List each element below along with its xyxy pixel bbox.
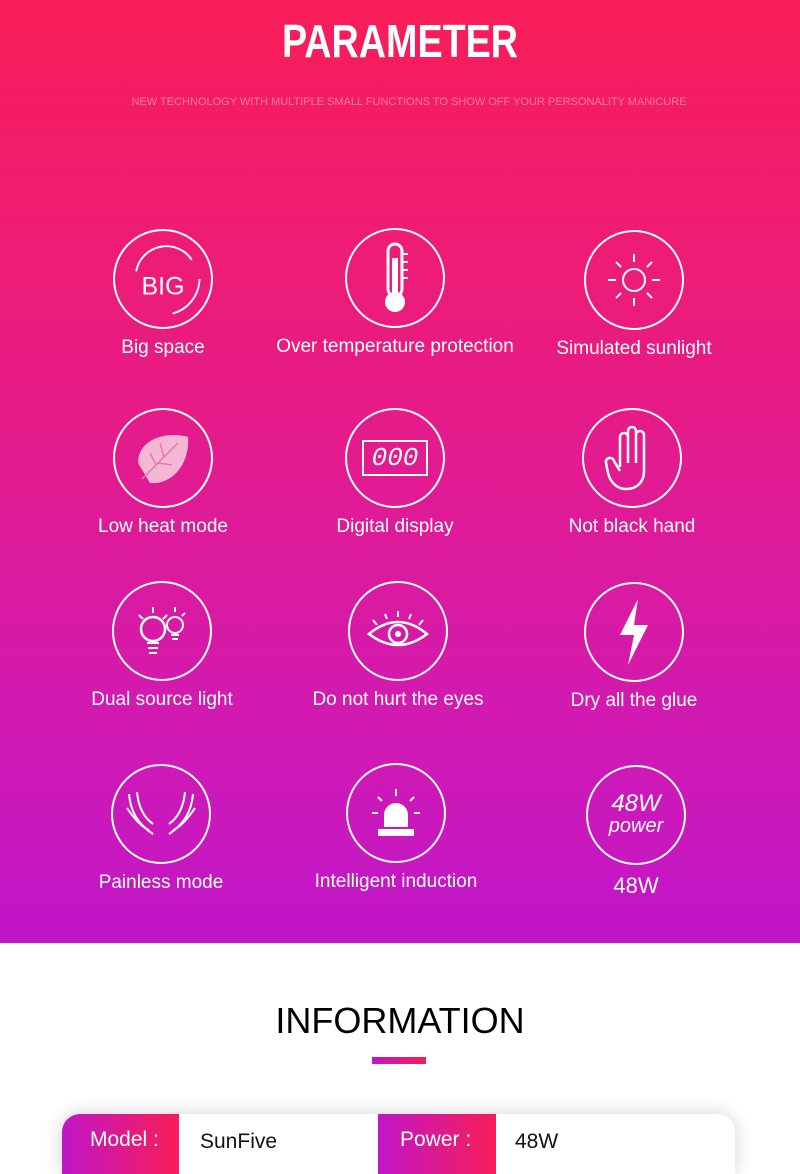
big-icon: BIG [113,229,213,329]
power-icon: 48W power [586,765,686,865]
feature-label: Big space [121,337,205,358]
feature-not-black-hand: Not black hand [502,408,762,538]
information-title: INFORMATION [275,1000,525,1041]
feature-label: Do not hurt the eyes [312,689,484,710]
feature-label: Intelligent induction [314,871,478,892]
feature-label: 48W [613,873,659,898]
feature-label: Digital display [336,516,454,537]
leaf-icon [113,408,213,508]
title-underline [372,1057,426,1064]
feature-48w: 48W power 48W [506,765,766,899]
info-table: Model : SunFive Power : 48W [62,1114,735,1174]
svg-text:BIG: BIG [142,272,185,300]
feature-label: Simulated sunlight [556,338,712,359]
eye-icon [348,581,448,681]
feature-label: Over temperature protection [276,336,514,357]
feature-painless: Painless mode [31,764,291,894]
feature-label: Dual source light [91,689,233,710]
feature-big-space: BIG Big space [33,229,293,359]
feature-dual-source-light: Dual source light [32,581,292,711]
feature-label: Painless mode [98,872,224,893]
alarm-light-icon [346,763,446,863]
feature-label: Not black hand [568,516,696,537]
feature-dry-glue: Dry all the glue [504,582,764,712]
page-title: PARAMETER [281,15,519,67]
parameter-section: PARAMETER NEW TECHNOLOGY WITH MULTIPLE S… [0,0,800,943]
lightning-icon [584,582,684,682]
feature-digital-display: 000 Digital display [265,408,525,538]
info-key: Model : [62,1114,179,1174]
feature-low-heat: Low heat mode [33,408,293,538]
hands-icon [111,764,211,864]
info-value: SunFive [200,1130,278,1153]
thermometer-icon [345,228,445,328]
feature-intelligent-induction: Intelligent induction [266,763,526,893]
feature-simulated-sunlight: Simulated sunlight [504,230,764,360]
feature-over-temperature: Over temperature protection [265,228,525,358]
subtitle: NEW TECHNOLOGY WITH MULTIPLE SMALL FUNCT… [131,96,687,108]
feature-label: Low heat mode [98,516,228,537]
bulbs-icon [112,581,212,681]
info-key: Power : [378,1114,496,1174]
info-value: 48W [515,1130,559,1153]
sun-icon [584,230,684,330]
feature-label: Dry all the glue [570,690,698,711]
hand-icon [582,408,682,508]
feature-eyes: Do not hurt the eyes [268,581,528,711]
digital-display-icon: 000 [345,408,445,508]
